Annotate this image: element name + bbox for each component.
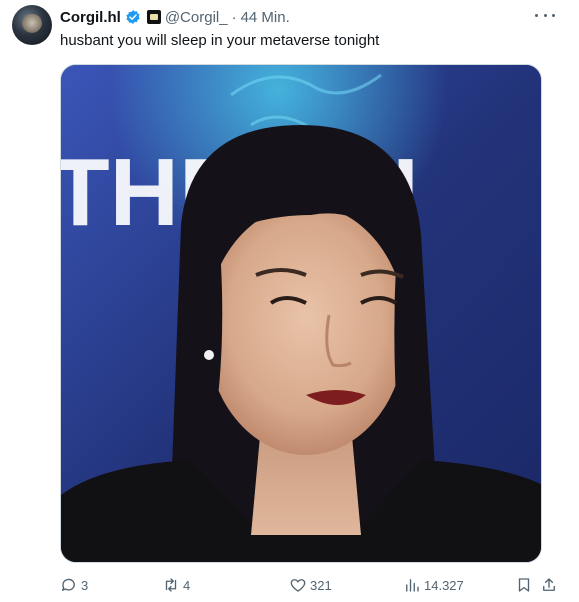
bookmark-icon [518,578,530,592]
reply-icon [61,578,75,591]
timestamp[interactable]: 44 Min. [241,9,290,26]
author-display-name[interactable]: Corgil.hl [60,9,121,26]
reply-button[interactable]: 3 [60,575,88,595]
bookmark-button[interactable] [515,575,533,595]
views-button[interactable]: 14.327 [403,575,464,595]
more-options-icon[interactable] [535,8,555,22]
tweet[interactable]: Corgil.hl @Corgil_ · 44 Min. husbant you… [0,0,579,602]
tweet-image[interactable]: THR GH [60,64,542,563]
heart-icon [290,579,306,592]
retweet-button[interactable]: 4 [162,575,190,595]
views-count: 14.327 [424,577,464,593]
reply-count: 3 [81,577,89,593]
tweet-text: husbant you will sleep in your metaverse… [60,32,380,49]
retweet-count: 4 [183,577,191,593]
verified-badge-icon[interactable] [125,9,141,25]
avatar[interactable] [12,5,52,45]
separator-dot: · [231,8,237,26]
tweet-header: Corgil.hl @Corgil_ · 44 Min. [60,6,290,28]
author-handle[interactable]: @Corgil_ [165,9,228,26]
share-button[interactable] [540,575,558,595]
retweet-icon [165,578,177,592]
tweet-actions: 3 4 321 14.327 [60,575,555,595]
affiliation-badge-icon[interactable] [146,10,161,24]
share-icon [543,578,555,591]
like-button[interactable]: 321 [289,575,332,595]
views-bar-chart-icon [406,579,419,592]
like-count: 321 [310,577,332,593]
